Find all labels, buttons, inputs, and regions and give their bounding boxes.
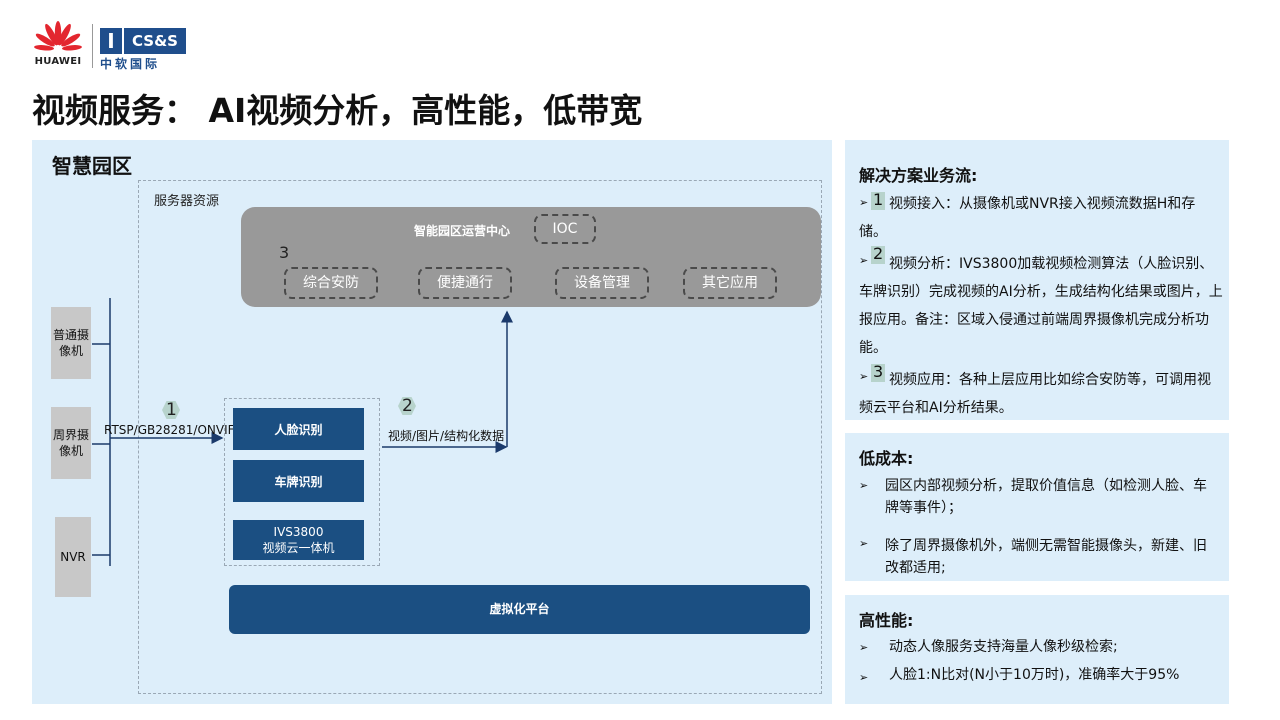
arrow-bullet-icon: ➢ — [859, 479, 869, 492]
csas-wordmark: CS&S — [124, 28, 186, 54]
high-performance-item-2: 人脸1:N比对(N小于10万时)，准确率大于95% — [889, 667, 1180, 683]
protocol-label: RTSP/GB28281/ONVIF — [104, 423, 235, 437]
huawei-wordmark: HUAWEI — [34, 56, 82, 67]
solution-flow-title: 解决方案业务流: — [859, 166, 978, 185]
high-performance-item-1: 动态人像服务支持海量人像秒级检索; — [889, 639, 1118, 655]
low-cost-panel: 低成本: ➢ 园区内部视频分析，提取价值信息（如检测人脸、车牌等事件）； ➢ 除… — [845, 433, 1229, 581]
flow-step-2-badge: 2 — [871, 244, 885, 264]
high-performance-title: 高性能: — [859, 611, 914, 630]
camera-perimeter: 周界摄像机 — [51, 407, 91, 479]
arrow-bullet-icon: ➢ — [859, 671, 869, 684]
huawei-flower-icon — [34, 21, 82, 51]
high-performance-panel: 高性能: ➢ 动态人像服务支持海量人像秒级检索; ➢ 人脸1:N比对(N小于10… — [845, 595, 1229, 704]
camera-normal: 普通摄像机 — [51, 307, 91, 379]
solution-flow-panel: 解决方案业务流: ➢ 1 视频接入：从摄像机或NVR接入视频流数据H和存储。 ➢… — [845, 140, 1229, 420]
ivs3800-model: IVS3800 — [273, 525, 324, 539]
page-title: 视频服务： AI视频分析，高性能，低带宽 — [32, 91, 643, 130]
face-recognition-block: 人脸识别 — [233, 408, 364, 450]
plate-recognition-block: 车牌识别 — [233, 460, 364, 502]
arrow-bullet-icon: ➢ — [859, 537, 869, 550]
ivs3800-desc: 视频云一体机 — [262, 541, 335, 555]
data-flow-label: 视频/图片/结构化数据 — [388, 429, 505, 443]
low-cost-item-1: 园区内部视频分析，提取价值信息（如检测人脸、车牌等事件）； — [885, 478, 1207, 516]
flow-step-3-badge: 3 — [871, 362, 885, 382]
low-cost-title: 低成本: — [859, 449, 914, 468]
virtualization-platform: 虚拟化平台 — [229, 585, 810, 634]
flow-step-2-text: 视频分析：IVS3800加载视频检测算法（人脸识别、车牌识别）完成视频的AI分析… — [859, 256, 1223, 356]
step-1-marker: 1 — [162, 400, 180, 420]
logo-divider — [92, 24, 93, 68]
ivs3800-block: IVS3800 视频云一体机 — [233, 520, 364, 560]
nvr-device: NVR — [55, 517, 91, 597]
low-cost-item-2: 除了周界摄像机外，端侧无需智能摄像头，新建、旧改都适用; — [885, 538, 1207, 576]
arrow-bullet-icon: ➢ — [859, 641, 869, 654]
csas-logo: I CS&S 中软国际 — [100, 28, 188, 71]
csas-logo-mark: I — [100, 28, 122, 54]
csas-chinese-name: 中软国际 — [100, 57, 161, 71]
flow-step-1-badge: 1 — [871, 190, 885, 210]
flow-step-3-text: 视频应用：各种上层应用比如综合安防等，可调用视频云平台和AI分析结果。 — [859, 372, 1211, 416]
huawei-logo: HUAWEI — [30, 20, 86, 70]
architecture-diagram: 智慧园区 服务器资源 智能园区运营中心 IOC 3 综合安防 便捷通行 设备管理… — [32, 140, 832, 704]
step-2-marker: 2 — [398, 396, 416, 416]
flow-step-1-text: 视频接入：从摄像机或NVR接入视频流数据H和存储。 — [859, 196, 1196, 240]
